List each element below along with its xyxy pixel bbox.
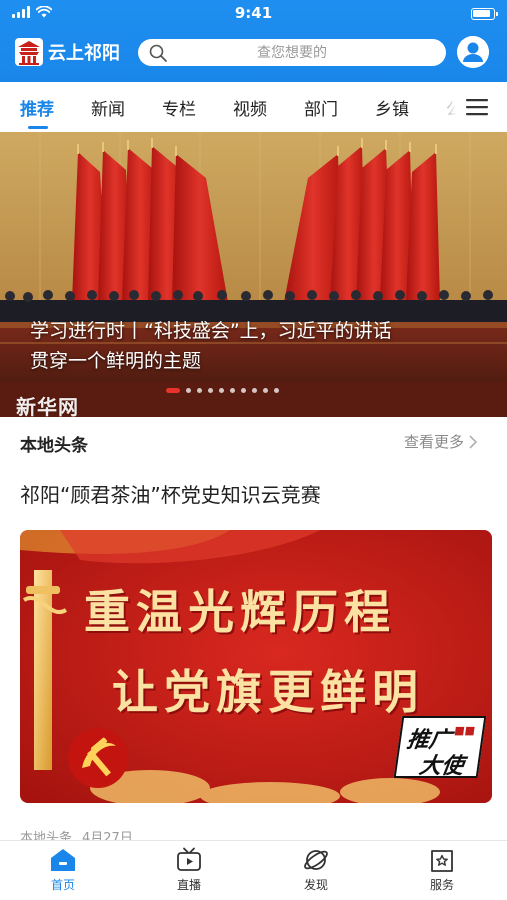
- see-more-link[interactable]: 查看更多: [404, 431, 478, 452]
- nav-service[interactable]: 服务: [412, 847, 472, 893]
- nav-home[interactable]: 首页: [33, 847, 93, 893]
- tab-video[interactable]: 视频: [233, 95, 267, 120]
- carousel-dot[interactable]: [166, 388, 180, 393]
- article-title[interactable]: 祁阳“顾君茶油”杯党史知识云竞赛: [20, 479, 321, 508]
- user-avatar-icon: [457, 36, 489, 68]
- battery-icon: [471, 8, 498, 20]
- app-name: 云上祁阳: [48, 43, 120, 64]
- carousel-dot[interactable]: [230, 388, 235, 393]
- home-icon: [51, 849, 75, 871]
- section-title: 本地头条: [20, 436, 88, 456]
- see-more-label: 查看更多: [404, 433, 465, 451]
- category-tabs: 推荐 新闻 专栏 视频 部门 乡镇 公: [0, 82, 507, 132]
- status-time: 9:41: [234, 4, 273, 22]
- carousel-dot[interactable]: [263, 388, 268, 393]
- search-icon: [149, 44, 167, 62]
- ambassador-badge: 推广 大使 ■■: [393, 716, 487, 779]
- carousel-dot[interactable]: [241, 388, 246, 393]
- active-tab-indicator: [28, 126, 48, 129]
- carousel-indicator: [166, 388, 279, 393]
- discover-planet-icon: [304, 850, 328, 870]
- banner-title-line-2: 贯穿一个鲜明的主题: [30, 350, 202, 372]
- image-headline-1: 重温光辉历程: [84, 585, 396, 639]
- tab-news[interactable]: 新闻: [91, 95, 125, 120]
- service-star-icon: [431, 850, 453, 872]
- app-header: 9:41 云上祁阳: [0, 0, 507, 82]
- banner-title[interactable]: 学习进行时丨“科技盛会”上，习近平的讲话 贯穿一个鲜明的主题: [30, 316, 490, 376]
- nav-discover[interactable]: 发现: [286, 847, 346, 893]
- news-banner[interactable]: 学习进行时丨“科技盛会”上，习近平的讲话 贯穿一个鲜明的主题 新华网: [0, 132, 507, 417]
- tab-towns[interactable]: 乡镇: [375, 95, 409, 120]
- nav-live[interactable]: 直播: [159, 847, 219, 893]
- source-watermark: 新华网: [16, 395, 79, 417]
- tab-recommend[interactable]: 推荐: [20, 95, 54, 120]
- carousel-dot[interactable]: [274, 388, 279, 393]
- user-avatar-button[interactable]: [457, 36, 489, 68]
- image-headline-2: 让党旗更鲜明: [112, 665, 424, 719]
- badge-text-2: 大使: [417, 754, 466, 779]
- banner-title-line-1: 学习进行时丨“科技盛会”上，习近平的讲话: [30, 320, 392, 342]
- tab-columns[interactable]: 专栏: [162, 95, 196, 120]
- carousel-dot[interactable]: [186, 388, 191, 393]
- carousel-dot[interactable]: [197, 388, 202, 393]
- status-bar: 9:41: [0, 0, 507, 28]
- search-input[interactable]: [138, 39, 446, 66]
- app-logo-icon: [15, 38, 43, 66]
- nav-label: 首页: [50, 878, 75, 892]
- nav-label: 发现: [303, 878, 328, 892]
- tab-departments[interactable]: 部门: [304, 95, 338, 120]
- hamburger-menu-icon[interactable]: [466, 98, 488, 116]
- nav-label: 服务: [429, 878, 454, 892]
- badge-stamp-icon: ■■: [453, 724, 477, 737]
- search-bar[interactable]: [138, 39, 446, 66]
- carousel-dot[interactable]: [208, 388, 213, 393]
- app-logo[interactable]: 云上祁阳: [14, 37, 120, 67]
- carousel-dot[interactable]: [252, 388, 257, 393]
- tab-fade: [425, 82, 465, 132]
- carousel-dot[interactable]: [219, 388, 224, 393]
- live-tv-icon: [177, 847, 201, 871]
- chevron-right-icon: [469, 434, 478, 449]
- nav-label: 直播: [176, 878, 201, 892]
- bottom-navigation: 首页 直播 发现 服务: [0, 840, 507, 900]
- article-image[interactable]: 重温光辉历程 让党旗更鲜明 推广 大使 ■■: [20, 530, 492, 803]
